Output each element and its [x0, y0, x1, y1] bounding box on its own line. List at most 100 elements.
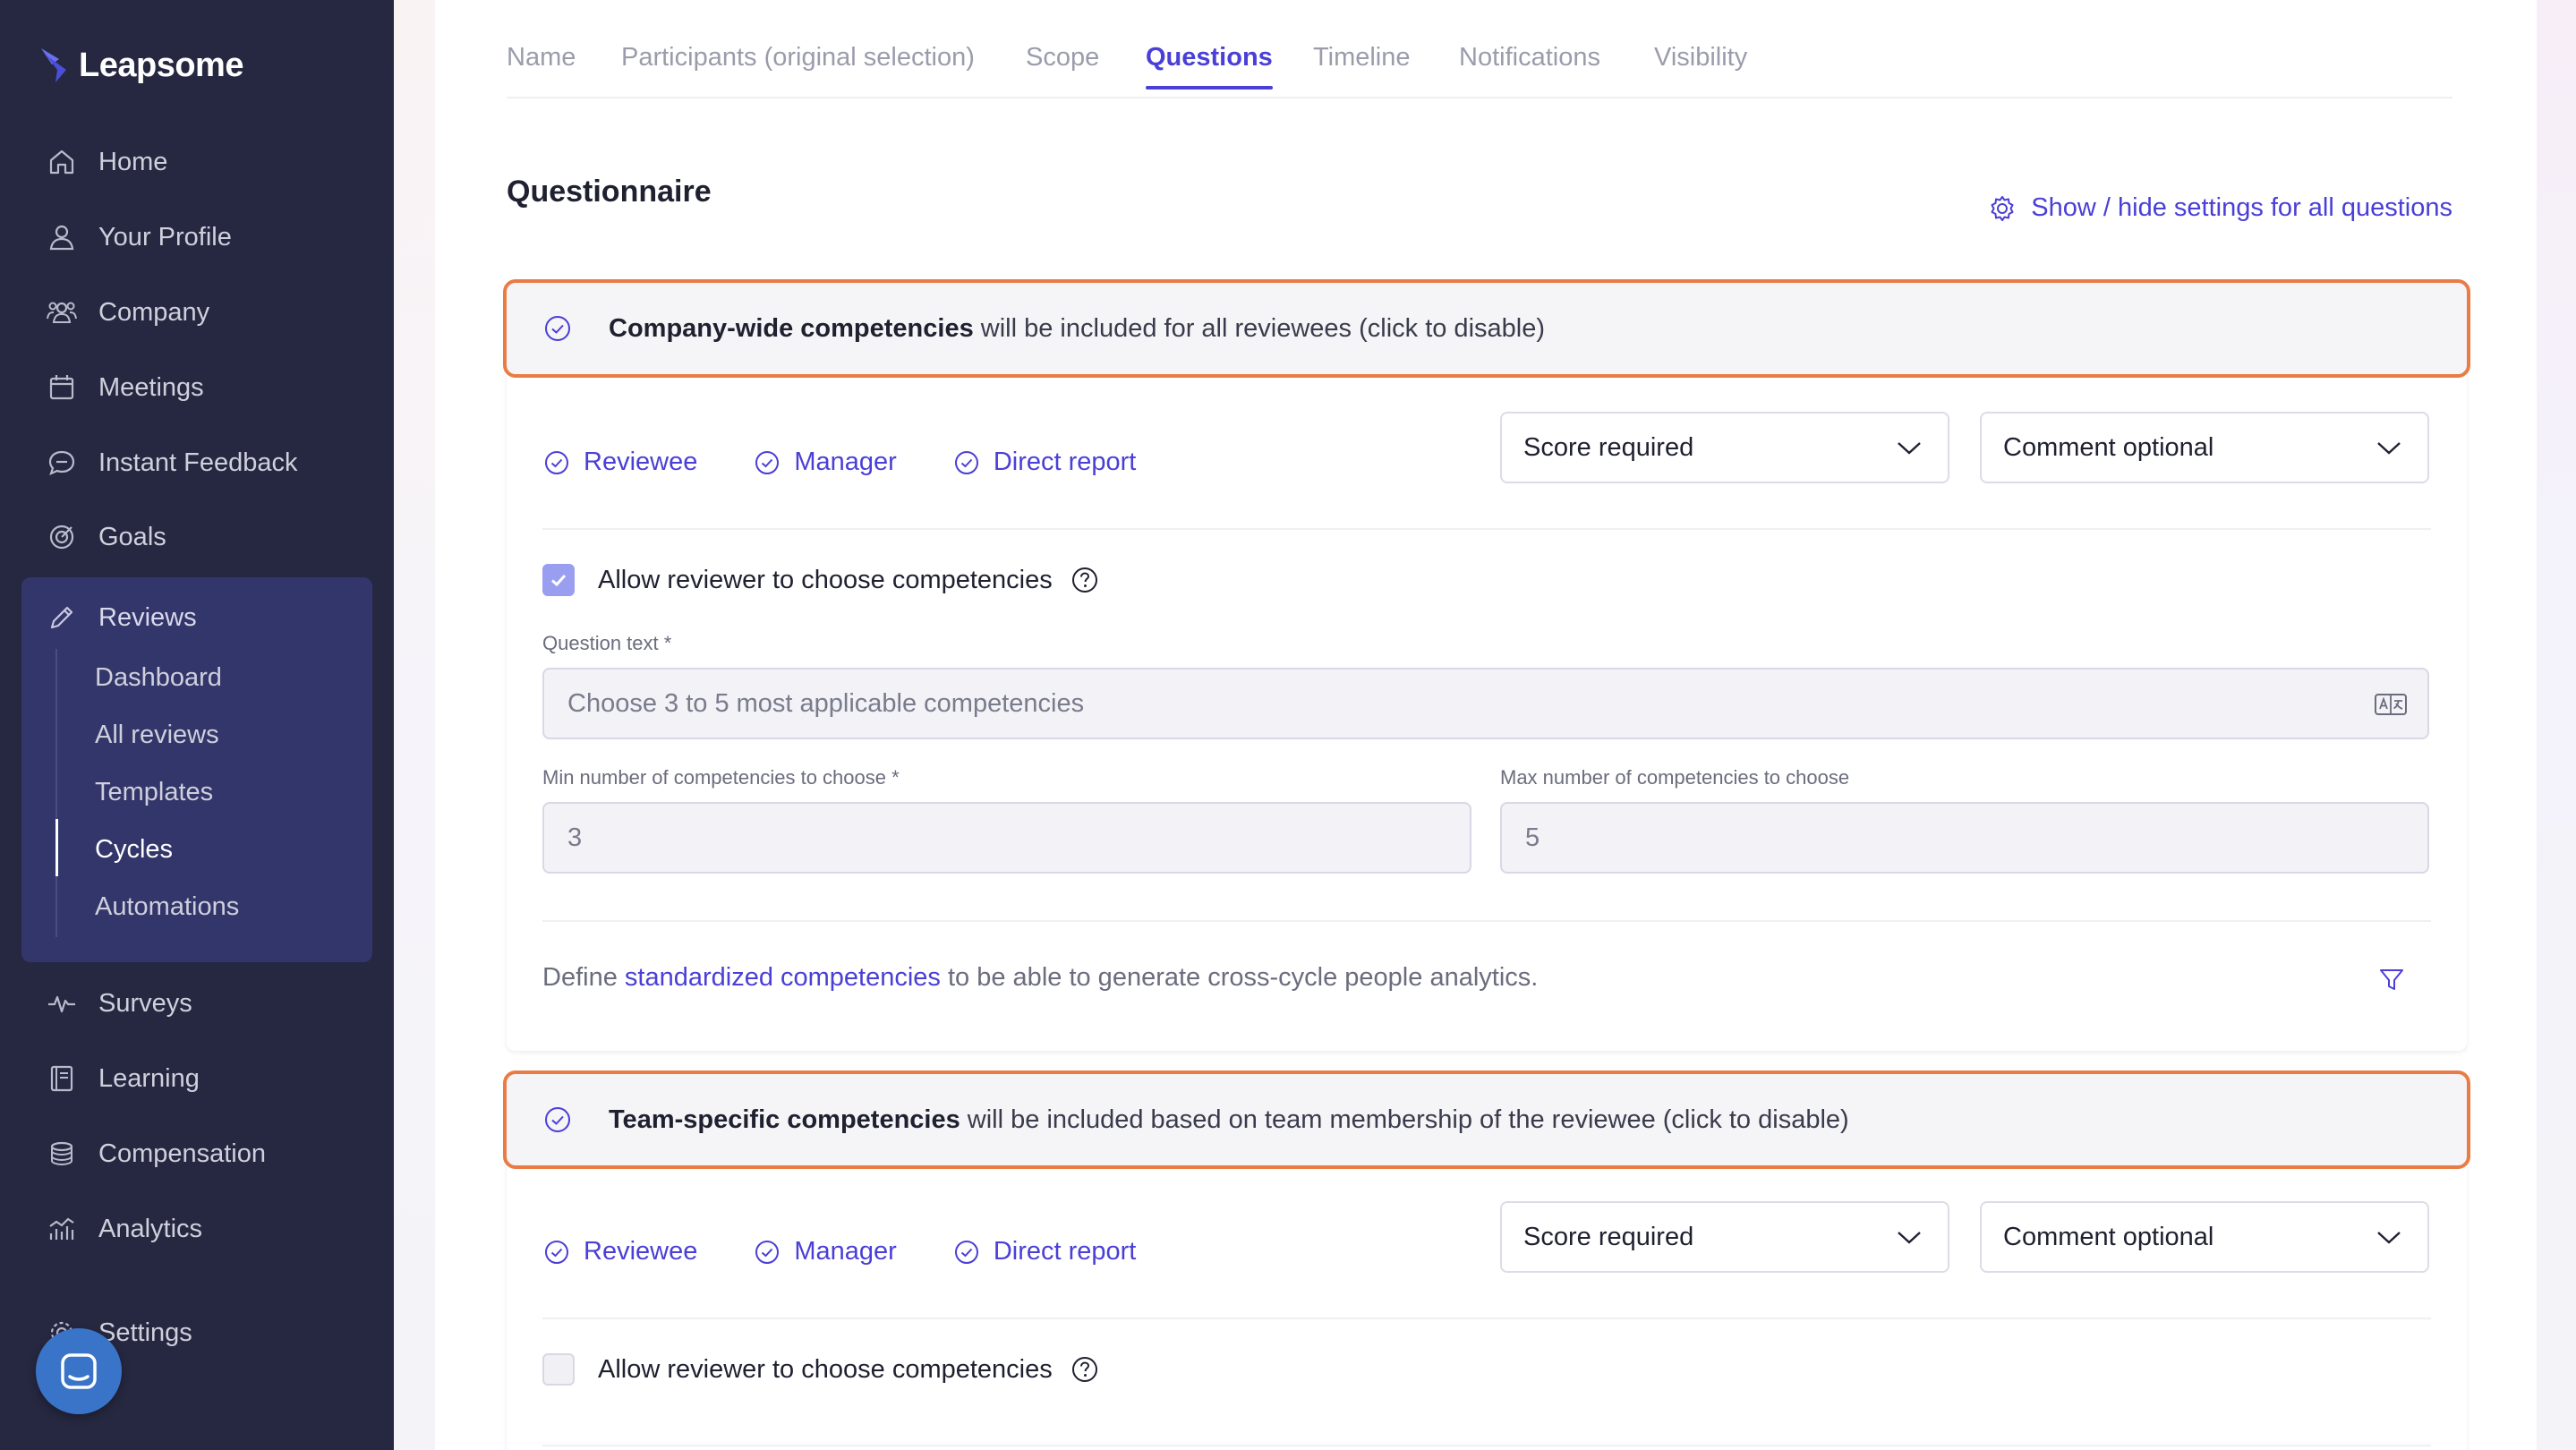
- max-competencies-value: 5: [1525, 823, 1540, 852]
- hint-suffix: to be able to generate cross-cycle peopl…: [948, 963, 1539, 992]
- role-manager-toggle[interactable]: Manager: [753, 1237, 897, 1267]
- role-reviewee-toggle[interactable]: Reviewee: [542, 448, 697, 477]
- role-manager-toggle[interactable]: Manager: [753, 448, 897, 477]
- tab-participants[interactable]: Participants (original selection): [621, 43, 975, 88]
- show-hide-settings-link[interactable]: Show / hide settings for all questions: [1988, 193, 2452, 223]
- book-icon: [50, 1065, 73, 1092]
- select-value: Comment optional: [2003, 1222, 2214, 1251]
- translate-icon[interactable]: [2374, 691, 2408, 718]
- reviewer-roles: Reviewee Manager Direct report: [542, 1237, 1136, 1267]
- team-competencies-toggle[interactable]: Team-specific competencies will be inclu…: [503, 1070, 2470, 1169]
- tab-scope[interactable]: Scope: [1026, 43, 1099, 88]
- support-chat-button[interactable]: [36, 1328, 122, 1414]
- allow-choose-label: Allow reviewer to choose competencies: [598, 565, 1053, 594]
- banner-title: Company-wide competencies: [609, 313, 974, 343]
- question-text-value: Choose 3 to 5 most applicable competenci…: [567, 688, 1085, 718]
- tab-timeline[interactable]: Timeline: [1313, 43, 1411, 88]
- sidebar-item-instant-feedback[interactable]: Instant Feedback: [47, 440, 297, 485]
- sidebar-item-your-profile[interactable]: Your Profile: [47, 215, 232, 260]
- sidebar-item-home[interactable]: Home: [47, 140, 167, 184]
- reviewer-roles: Reviewee Manager Direct report: [542, 448, 1136, 477]
- sidebar-item-reviews[interactable]: Reviews: [47, 595, 197, 640]
- sidebar-item-label: Compensation: [98, 1139, 266, 1168]
- filter-icon[interactable]: [2377, 965, 2406, 994]
- allow-choose-row: Allow reviewer to choose competencies: [542, 1353, 1099, 1386]
- sidebar-item-label: Home: [98, 147, 168, 176]
- divider: [542, 1318, 2431, 1319]
- comment-requirement-select[interactable]: Comment optional: [1980, 412, 2429, 483]
- sidebar-item-label: Analytics: [98, 1214, 203, 1243]
- sidebar-subitem-dashboard[interactable]: Dashboard: [95, 660, 222, 695]
- leapsome-logo-icon: [41, 48, 66, 82]
- tab-name[interactable]: Name: [507, 43, 576, 88]
- sidebar-item-label: Settings: [98, 1318, 192, 1347]
- sidebar-subitem-templates[interactable]: Templates: [95, 774, 213, 810]
- company-icon: [47, 302, 77, 323]
- question-text-label: Question text *: [542, 632, 672, 654]
- checkmark-icon: [550, 574, 567, 587]
- tab-questions[interactable]: Questions: [1146, 43, 1273, 90]
- check-circle-icon: [755, 450, 780, 474]
- score-requirement-select[interactable]: Score required: [1500, 412, 1949, 483]
- tab-visibility[interactable]: Visibility: [1654, 43, 1747, 88]
- pulse-icon: [48, 995, 75, 1013]
- sidebar-item-label: Reviews: [98, 602, 197, 632]
- page-margin-right: [2537, 0, 2576, 1450]
- user-icon: [49, 225, 74, 251]
- chevron-down-icon: [2377, 1232, 2401, 1244]
- sidebar-subitem-all-reviews[interactable]: All reviews: [95, 717, 219, 753]
- check-circle-icon: [545, 316, 570, 341]
- role-label: Reviewee: [584, 448, 698, 476]
- select-value: Comment optional: [2003, 432, 2214, 462]
- coins-icon: [50, 1141, 73, 1166]
- score-requirement-select[interactable]: Score required: [1500, 1201, 1949, 1273]
- chevron-down-icon: [1898, 442, 1921, 455]
- divider: [542, 1445, 2431, 1446]
- leapsome-logo[interactable]: Leapsome: [39, 43, 243, 88]
- role-label: Direct report: [993, 448, 1137, 476]
- max-competencies-input[interactable]: 5: [1500, 802, 2429, 874]
- cycle-tabs: Name Participants (original selection) S…: [507, 36, 2452, 98]
- role-reviewee-toggle[interactable]: Reviewee: [542, 1237, 697, 1267]
- sidebar-subitem-cycles[interactable]: Cycles: [95, 832, 173, 867]
- sidebar-item-goals[interactable]: Goals: [47, 515, 166, 559]
- help-icon[interactable]: [1070, 1355, 1099, 1384]
- sidebar-item-analytics[interactable]: Analytics: [47, 1207, 202, 1251]
- tab-notifications[interactable]: Notifications: [1459, 43, 1600, 88]
- sidebar: Leapsome Home Your Profile Company Meeti…: [0, 0, 394, 1450]
- role-direct-report-toggle[interactable]: Direct report: [952, 448, 1137, 477]
- select-value: Score required: [1523, 432, 1694, 462]
- home-icon: [49, 149, 74, 175]
- select-value: Score required: [1523, 1222, 1694, 1251]
- submenu-line: [55, 649, 57, 937]
- sidebar-item-compensation[interactable]: Compensation: [47, 1131, 266, 1176]
- sidebar-subitem-automations[interactable]: Automations: [95, 889, 239, 925]
- sidebar-item-learning[interactable]: Learning: [47, 1056, 200, 1101]
- sidebar-item-label: Learning: [98, 1063, 200, 1093]
- standardized-competencies-link[interactable]: standardized competencies: [625, 963, 941, 992]
- role-direct-report-toggle[interactable]: Direct report: [952, 1237, 1137, 1267]
- min-competencies-label: Min number of competencies to choose *: [542, 766, 900, 789]
- banner-text: Company-wide competencies will be includ…: [609, 314, 1545, 344]
- banner-text: Team-specific competencies will be inclu…: [609, 1105, 1849, 1135]
- chevron-down-icon: [2377, 442, 2401, 455]
- role-label: Manager: [794, 1237, 897, 1266]
- allow-choose-row: Allow reviewer to choose competencies: [542, 564, 1099, 596]
- allow-choose-checkbox[interactable]: [542, 564, 575, 596]
- sidebar-item-label: Instant Feedback: [98, 448, 298, 477]
- sidebar-item-company[interactable]: Company: [47, 290, 209, 335]
- page-title: Questionnaire: [507, 175, 712, 209]
- help-icon[interactable]: [1070, 566, 1099, 594]
- company-competencies-toggle[interactable]: Company-wide competencies will be includ…: [503, 279, 2470, 378]
- banner-title: Team-specific competencies: [609, 1105, 960, 1134]
- min-competencies-input[interactable]: 3: [542, 802, 1471, 874]
- page-margin-left: [394, 0, 435, 1450]
- check-circle-icon: [954, 450, 978, 474]
- allow-choose-checkbox[interactable]: [542, 1353, 575, 1386]
- sidebar-item-label: Company: [98, 297, 210, 327]
- comment-requirement-select[interactable]: Comment optional: [1980, 1201, 2429, 1273]
- question-text-input[interactable]: Choose 3 to 5 most applicable competenci…: [542, 668, 2429, 739]
- sidebar-item-surveys[interactable]: Surveys: [47, 981, 192, 1026]
- sidebar-item-meetings[interactable]: Meetings: [47, 365, 204, 410]
- role-label: Direct report: [993, 1237, 1137, 1266]
